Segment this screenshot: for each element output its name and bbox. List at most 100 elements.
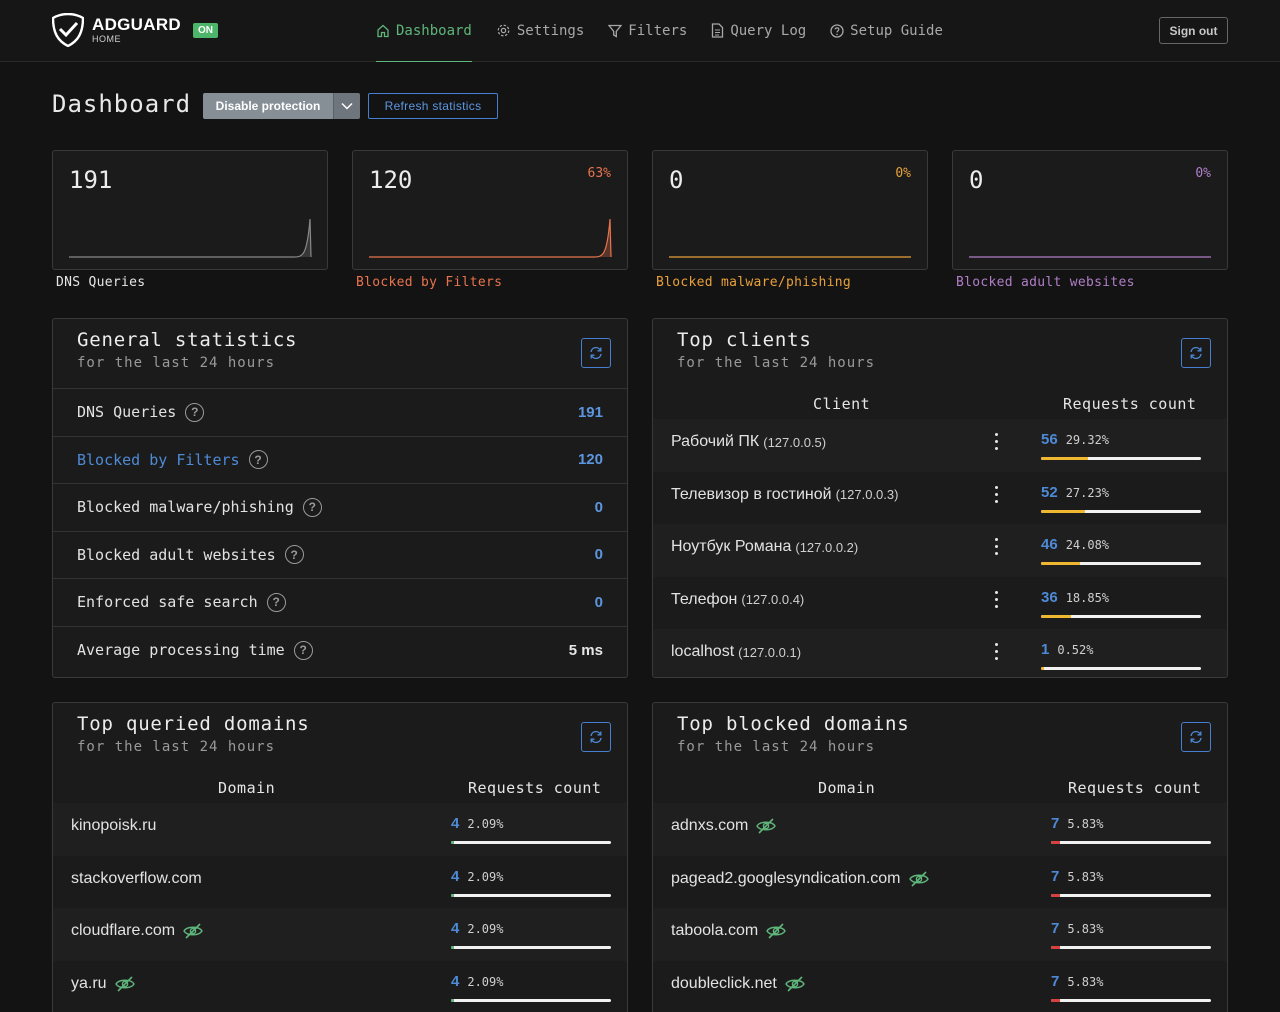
general-stat-value: 5 ms — [568, 641, 603, 659]
request-progress-bar — [1051, 893, 1211, 897]
request-count-value[interactable]: 46 — [1041, 536, 1058, 553]
blocked-refresh-button[interactable] — [1181, 722, 1211, 752]
table-row[interactable]: Рабочий ПК (127.0.0.5) 56 29.32% — [653, 419, 1227, 472]
general-stat-value: 0 — [594, 593, 603, 611]
nav-dashboard[interactable]: Dashboard — [376, 0, 472, 62]
domain-name[interactable]: adnxs.com — [671, 817, 777, 835]
request-count-value[interactable]: 56 — [1041, 431, 1058, 448]
nav-setup-guide[interactable]: Setup Guide — [830, 0, 943, 62]
request-count-value[interactable]: 7 — [1051, 815, 1059, 832]
refresh-icon — [590, 730, 602, 744]
domain-name[interactable]: doubleclick.net — [671, 975, 805, 993]
domain-name[interactable]: pagead2.googlesyndication.com — [671, 870, 929, 888]
request-count-value[interactable]: 4 — [451, 973, 459, 990]
column-header-requests-count[interactable]: Requests count — [1068, 779, 1201, 797]
help-icon[interactable]: ? — [284, 545, 304, 565]
domain-name[interactable]: kinopoisk.ru — [71, 817, 156, 835]
stat-card-value: 191 — [69, 166, 113, 194]
stat-card-percent: 0% — [895, 166, 911, 181]
nav-setup-guide-label: Setup Guide — [850, 22, 943, 39]
request-count-value[interactable]: 4 — [451, 920, 459, 937]
table-row[interactable]: cloudflare.com 4 2.09% — [53, 908, 627, 961]
table-row[interactable]: Ноутбук Романа (127.0.0.2) 46 24.08% — [653, 524, 1227, 577]
table-row[interactable]: stackoverflow.com 4 2.09% — [53, 856, 627, 909]
table-row[interactable]: Телефон (127.0.0.4) 36 18.85% — [653, 577, 1227, 630]
table-row[interactable]: localhost (127.0.0.1) 1 0.52% — [653, 629, 1227, 677]
nav-query-log[interactable]: Query Log — [711, 0, 806, 62]
nav-settings[interactable]: Settings — [496, 0, 584, 62]
request-count-value[interactable]: 7 — [1051, 868, 1059, 885]
client-name[interactable]: Телевизор в гостиной (127.0.0.3) — [671, 486, 898, 504]
table-row[interactable]: adnxs.com 7 5.83% — [653, 803, 1227, 856]
help-icon[interactable]: ? — [302, 497, 322, 517]
table-row[interactable]: pagead2.googlesyndication.com 7 5.83% — [653, 856, 1227, 909]
client-name[interactable]: Ноутбук Романа (127.0.0.2) — [671, 538, 858, 556]
help-icon[interactable]: ? — [248, 450, 268, 470]
tracker-eye-off-icon[interactable] — [908, 870, 929, 887]
domain-name[interactable]: cloudflare.com — [71, 922, 203, 940]
column-header-domain[interactable]: Domain — [818, 779, 875, 797]
request-count-value[interactable]: 7 — [1051, 920, 1059, 937]
domain-name-text: doubleclick.net — [671, 974, 777, 992]
table-row[interactable]: kinopoisk.ru 4 2.09% — [53, 803, 627, 856]
request-count: 36 18.85% — [1041, 589, 1109, 607]
column-header-domain[interactable]: Domain — [218, 779, 275, 797]
tracker-eye-off-icon[interactable] — [766, 923, 786, 939]
request-count-value[interactable]: 52 — [1041, 484, 1058, 501]
request-count-percent: 2.09% — [467, 817, 504, 831]
help-icon[interactable]: ? — [293, 640, 313, 660]
client-name[interactable]: Рабочий ПК (127.0.0.5) — [671, 433, 826, 451]
stat-card[interactable]: 191 — [52, 150, 328, 270]
column-header-requests-count[interactable]: Requests count — [468, 779, 601, 797]
client-name[interactable]: localhost (127.0.0.1) — [671, 643, 801, 661]
domain-name[interactable]: stackoverflow.com — [71, 870, 202, 888]
general-stat-value: 0 — [594, 498, 603, 516]
tracker-eye-off-icon[interactable] — [785, 975, 805, 992]
table-row[interactable]: taboola.com 7 5.83% — [653, 908, 1227, 961]
disable-protection-button[interactable]: Disable protection — [203, 93, 333, 119]
general-refresh-button[interactable] — [581, 338, 611, 368]
tracker-eye-off-icon[interactable] — [183, 923, 203, 939]
stat-card[interactable]: 120 63% — [352, 150, 628, 270]
request-count-value[interactable]: 4 — [451, 815, 459, 832]
more-options-icon[interactable] — [993, 643, 999, 663]
client-name-text: Ноутбук Романа — [671, 538, 792, 555]
disable-protection-dropdown-toggle[interactable] — [333, 93, 360, 119]
refresh-statistics-button[interactable]: Refresh statistics — [368, 93, 498, 119]
request-progress-bar — [1041, 457, 1201, 460]
request-count-value[interactable]: 4 — [451, 868, 459, 885]
nav-filters[interactable]: Filters — [608, 0, 687, 62]
domain-name[interactable]: ya.ru — [71, 975, 135, 993]
more-options-icon[interactable] — [993, 590, 999, 611]
request-count: 4 2.09% — [451, 815, 503, 833]
sign-out-button[interactable]: Sign out — [1159, 17, 1228, 44]
home-icon — [377, 24, 389, 37]
column-header-client[interactable]: Client — [813, 395, 870, 413]
domain-name[interactable]: taboola.com — [671, 922, 786, 940]
clients-refresh-button[interactable] — [1181, 338, 1211, 368]
request-count-value[interactable]: 36 — [1041, 589, 1058, 606]
top-blocked-domains-panel: Top blocked domains for the last 24 hour… — [652, 702, 1228, 1012]
tracker-eye-off-icon[interactable] — [756, 818, 777, 834]
column-header-requests-count[interactable]: Requests count — [1063, 395, 1196, 413]
queried-refresh-button[interactable] — [581, 722, 611, 752]
more-options-icon[interactable] — [993, 433, 999, 453]
tracker-eye-off-icon[interactable] — [114, 975, 135, 992]
help-icon[interactable]: ? — [185, 402, 205, 422]
table-row[interactable]: Телевизор в гостиной (127.0.0.3) 52 27.23% — [653, 472, 1227, 525]
table-row[interactable]: doubleclick.net 7 5.83% — [653, 961, 1227, 1012]
more-options-icon[interactable] — [993, 538, 999, 558]
client-name[interactable]: Телефон (127.0.0.4) — [671, 591, 804, 609]
client-ip: (127.0.0.2) — [795, 539, 859, 555]
request-count-value[interactable]: 1 — [1041, 641, 1049, 658]
stat-card[interactable]: 0 0% — [652, 150, 928, 270]
panel-subtitle: for the last 24 hours — [77, 355, 276, 371]
table-row[interactable]: ya.ru 4 2.09% — [53, 961, 627, 1012]
logo[interactable]: ADGUARD HOME ON — [52, 13, 218, 47]
request-count-value[interactable]: 7 — [1051, 973, 1059, 990]
request-progress-fill — [1041, 562, 1080, 565]
stat-card[interactable]: 0 0% — [952, 150, 1228, 270]
more-options-icon[interactable] — [993, 485, 999, 506]
request-progress-bar — [1051, 998, 1211, 1002]
help-icon[interactable]: ? — [266, 592, 286, 612]
